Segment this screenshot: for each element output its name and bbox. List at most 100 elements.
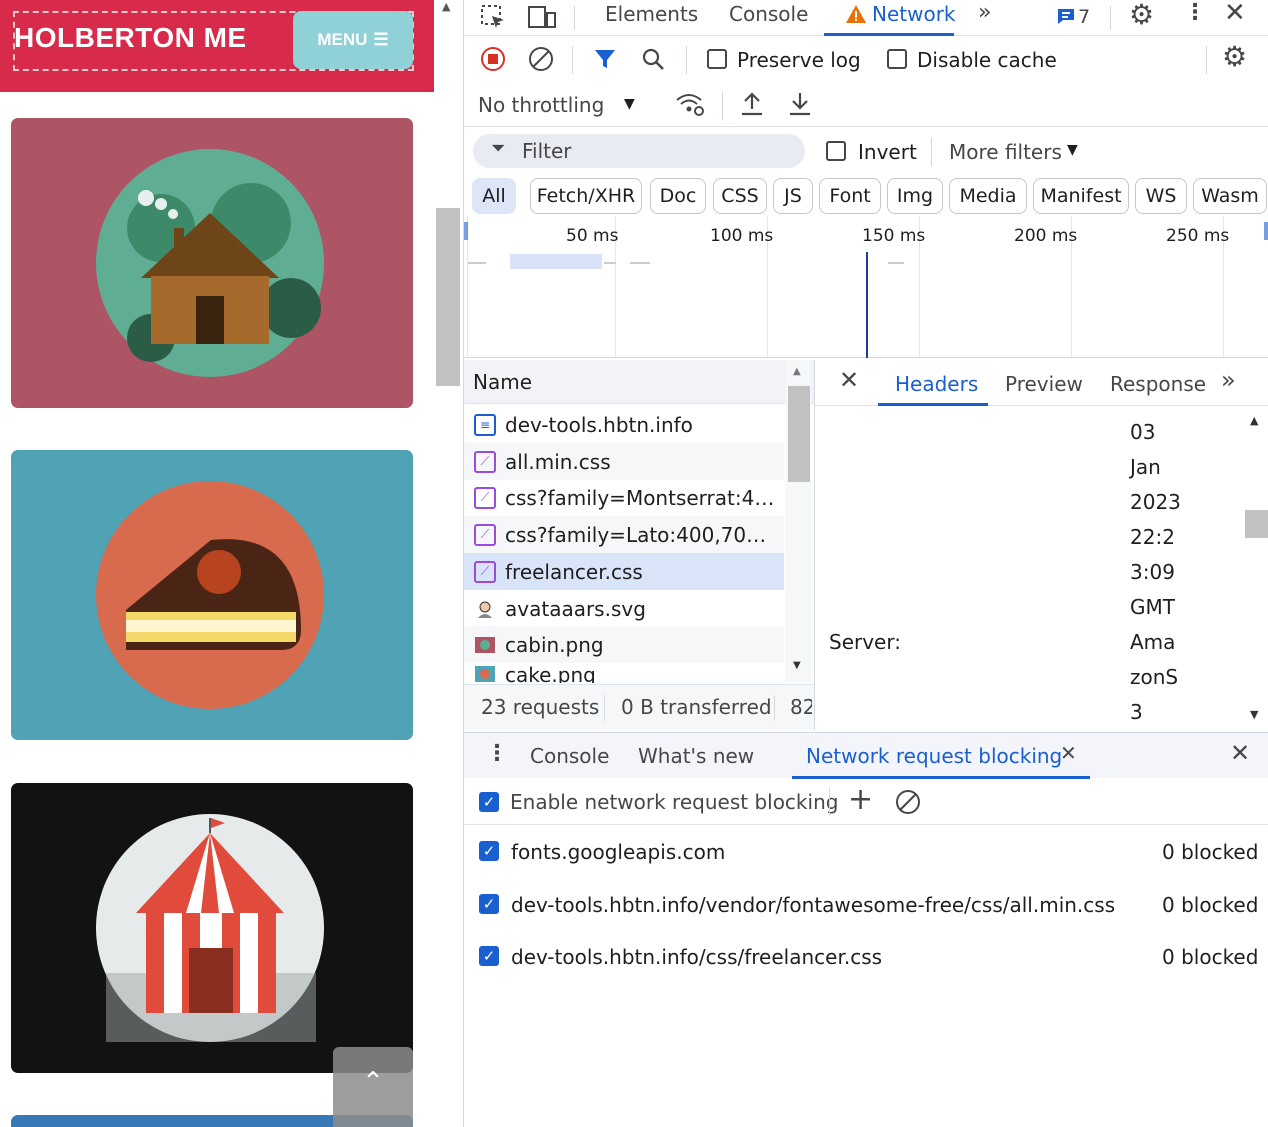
search-icon[interactable] [640,46,666,72]
disable-cache-checkbox[interactable] [887,49,907,69]
request-row[interactable]: ≡ dev-tools.hbtn.info [464,406,784,443]
pattern-enabled-checkbox[interactable]: ✓ [479,841,499,861]
settings-gear-icon[interactable]: ⚙ [1129,0,1154,31]
page-scrollbar-thumb[interactable] [436,208,460,386]
blocked-pattern-row[interactable]: ✓ dev-tools.hbtn.info/css/freelancer.css… [464,938,1268,978]
scroll-down-arrow-icon[interactable]: ▼ [1250,708,1258,721]
transferred-size: 0 B transferred [621,695,772,719]
type-filter-js[interactable]: JS [773,178,813,214]
chevron-up-icon: ⌃ [362,1067,384,1097]
pattern-enabled-checkbox[interactable]: ✓ [479,894,499,914]
pattern-enabled-checkbox[interactable]: ✓ [479,946,499,966]
remove-all-patterns-icon[interactable] [894,788,922,816]
page-scrollbar[interactable]: ▲ [434,0,464,1127]
preserve-log-checkbox[interactable] [707,49,727,69]
import-har-upload-icon[interactable] [738,90,766,118]
detail-scrollbar[interactable]: ▲ ▼ [1243,406,1268,730]
blocked-pattern-row[interactable]: ✓ fonts.googleapis.com 0 blocked [464,833,1268,873]
type-filter-css[interactable]: CSS [713,178,767,214]
detail-tab-headers[interactable]: Headers [895,372,978,396]
more-filters-dropdown[interactable]: More filters [949,140,1062,164]
timeline-request-bar [630,262,650,264]
type-filter-img[interactable]: Img [887,178,943,214]
portfolio-item-cake[interactable] [11,450,413,740]
invert-checkbox[interactable] [826,141,846,161]
request-list-scrollbar[interactable]: ▲ ▼ [785,360,811,682]
request-row[interactable]: ⟋ all.min.css [464,443,784,480]
filter-funnel-icon[interactable] [592,46,618,72]
detail-tab-preview[interactable]: Preview [1005,372,1083,396]
tab-network[interactable]: Network [872,2,956,26]
blocking-toolbar: ✓ Enable network request blocking + [464,778,1268,825]
scroll-up-arrow-icon[interactable]: ▲ [1250,414,1258,427]
close-devtools-icon[interactable]: ✕ [1224,0,1246,28]
hamburger-icon: ☰ [373,30,389,49]
request-row[interactable]: cabin.png [464,626,784,663]
request-row[interactable]: cake.png [464,663,784,683]
type-filter-ws[interactable]: WS [1135,178,1187,214]
close-detail-icon[interactable]: ✕ [839,366,859,394]
detail-tabbar: ✕ Headers Preview Response » [815,360,1268,406]
export-har-download-icon[interactable] [786,90,814,118]
portfolio-item-cabin[interactable] [11,118,413,408]
css-file-icon: ⟋ [474,523,496,546]
drawer-tab-network-request-blocking[interactable]: Network request blocking [806,744,1062,768]
blocked-pattern-row[interactable]: ✓ dev-tools.hbtn.info/vendor/fontawesome… [464,886,1268,926]
device-toolbar-icon[interactable] [526,2,558,32]
clear-log-icon[interactable] [528,46,554,72]
type-filter-font[interactable]: Font [819,178,881,214]
add-pattern-plus-icon[interactable]: + [848,782,873,817]
header-value-line: GMT [1130,595,1175,619]
image-thumbnail-icon [474,663,496,683]
type-filter-doc[interactable]: Doc [650,178,706,214]
detail-tab-response[interactable]: Response [1110,372,1206,396]
request-list-scrollbar-thumb[interactable] [788,386,810,482]
network-timeline-overview[interactable]: 50 ms 100 ms 150 ms 200 ms 250 ms [464,216,1268,358]
filter-input[interactable]: ⏷ Filter [473,134,805,168]
throttling-select[interactable]: No throttling [478,93,604,117]
throttling-dropdown-arrow-icon[interactable]: ▼ [624,96,635,112]
scroll-down-arrow-icon[interactable]: ▼ [793,660,801,671]
record-stop-icon[interactable] [480,46,506,72]
type-filter-all[interactable]: All [472,178,516,214]
type-filter-wasm[interactable]: Wasm [1193,178,1267,214]
more-detail-tabs-chevron-icon[interactable]: » [1221,366,1236,394]
close-drawer-icon[interactable]: ✕ [1230,739,1250,767]
tab-console[interactable]: Console [729,2,808,26]
portfolio-item-circus[interactable] [11,783,413,1073]
type-filter-fetch-xhr[interactable]: Fetch/XHR [530,178,642,214]
timeline-left-handle[interactable] [464,222,468,240]
scroll-to-top-button[interactable]: ⌃ [333,1047,413,1127]
drawer-tab-console[interactable]: Console [530,744,609,768]
request-row[interactable]: ⟋ css?family=Lato:400,700,40... [464,516,784,553]
scroll-up-arrow-icon[interactable]: ▲ [442,0,450,13]
timeline-tick-label: 250 ms [1166,226,1230,246]
request-name: cake.png [505,663,596,683]
close-drawer-tab-icon[interactable]: ✕ [1060,741,1077,765]
request-row-selected[interactable]: ⟋ freelancer.css [464,553,784,590]
timeline-right-handle[interactable] [1264,222,1268,240]
more-options-kebab-icon[interactable]: ⋮ [1184,0,1206,25]
scroll-up-arrow-icon[interactable]: ▲ [793,366,801,377]
request-row[interactable]: ⟋ css?family=Montserrat:400,... [464,479,784,516]
avatar-image-icon [474,598,496,620]
tab-elements[interactable]: Elements [605,2,698,26]
request-row[interactable]: avataaars.svg [464,590,784,627]
issues-icon[interactable] [1054,4,1078,28]
enable-blocking-checkbox[interactable]: ✓ [479,792,499,812]
more-tabs-chevron-icon[interactable]: » [978,0,991,25]
detail-scrollbar-thumb[interactable] [1245,510,1268,538]
request-detail-pane: ✕ Headers Preview Response » 03 Jan 2023… [814,360,1268,730]
inspect-element-icon[interactable] [478,2,508,32]
name-column-header[interactable]: Name [464,360,814,404]
wifi-settings-icon[interactable] [674,90,704,118]
issues-count-badge[interactable]: 7 [1078,6,1090,28]
type-filter-media[interactable]: Media [949,178,1027,214]
more-filters-arrow-icon[interactable]: ▼ [1067,142,1078,158]
type-filter-manifest[interactable]: Manifest [1033,178,1129,214]
drawer-menu-kebab-icon[interactable]: ⋮ [486,741,508,766]
site-brand-link[interactable]: HOLBERTON ME [14,22,247,54]
menu-button[interactable]: MENU ☰ [293,11,413,69]
drawer-tab-whats-new[interactable]: What's new [638,744,754,768]
network-settings-gear-icon[interactable]: ⚙ [1222,40,1247,73]
